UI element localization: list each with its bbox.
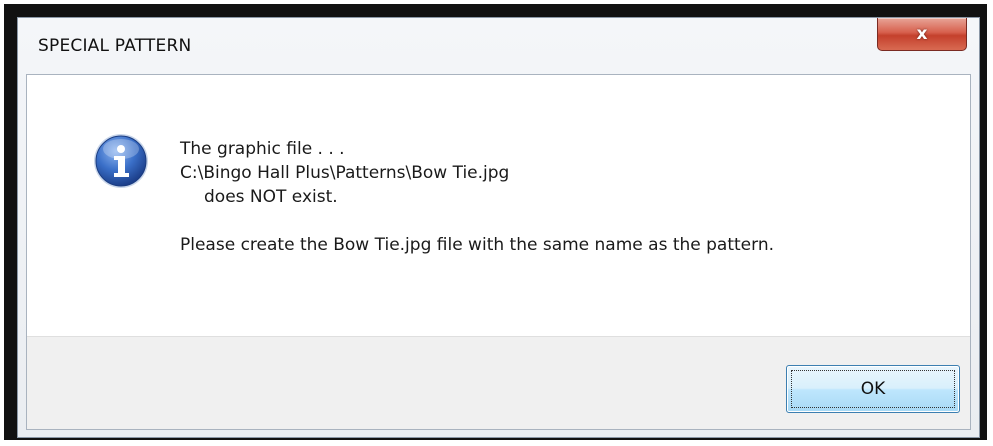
information-icon	[94, 134, 148, 188]
ok-button-label: OK	[860, 379, 886, 399]
close-button[interactable]: x	[877, 18, 967, 51]
message-spacer	[180, 209, 774, 233]
dialog-body: The graphic file . . . C:\Bingo Hall Plu…	[26, 74, 971, 430]
message-text: The graphic file . . . C:\Bingo Hall Plu…	[180, 137, 774, 257]
message-instruction: Please create the Bow Tie.jpg file with …	[180, 235, 774, 255]
message-file-path: C:\Bingo Hall Plus\Patterns\Bow Tie.jpg	[180, 163, 510, 183]
screenshot-frame: SPECIAL PATTERN x The graphic file . . .…	[4, 4, 987, 440]
message-area: The graphic file . . . C:\Bingo Hall Plu…	[27, 75, 970, 336]
ok-button[interactable]: OK	[786, 365, 960, 413]
button-bar: OK	[27, 336, 970, 429]
dialog-title: SPECIAL PATTERN	[38, 36, 192, 56]
message-line-status: does NOT exist.	[204, 187, 338, 207]
title-bar[interactable]: SPECIAL PATTERN x	[18, 18, 979, 74]
message-dialog: SPECIAL PATTERN x The graphic file . . .…	[17, 17, 980, 438]
close-icon: x	[916, 24, 928, 44]
message-line-intro: The graphic file . . .	[180, 139, 345, 159]
